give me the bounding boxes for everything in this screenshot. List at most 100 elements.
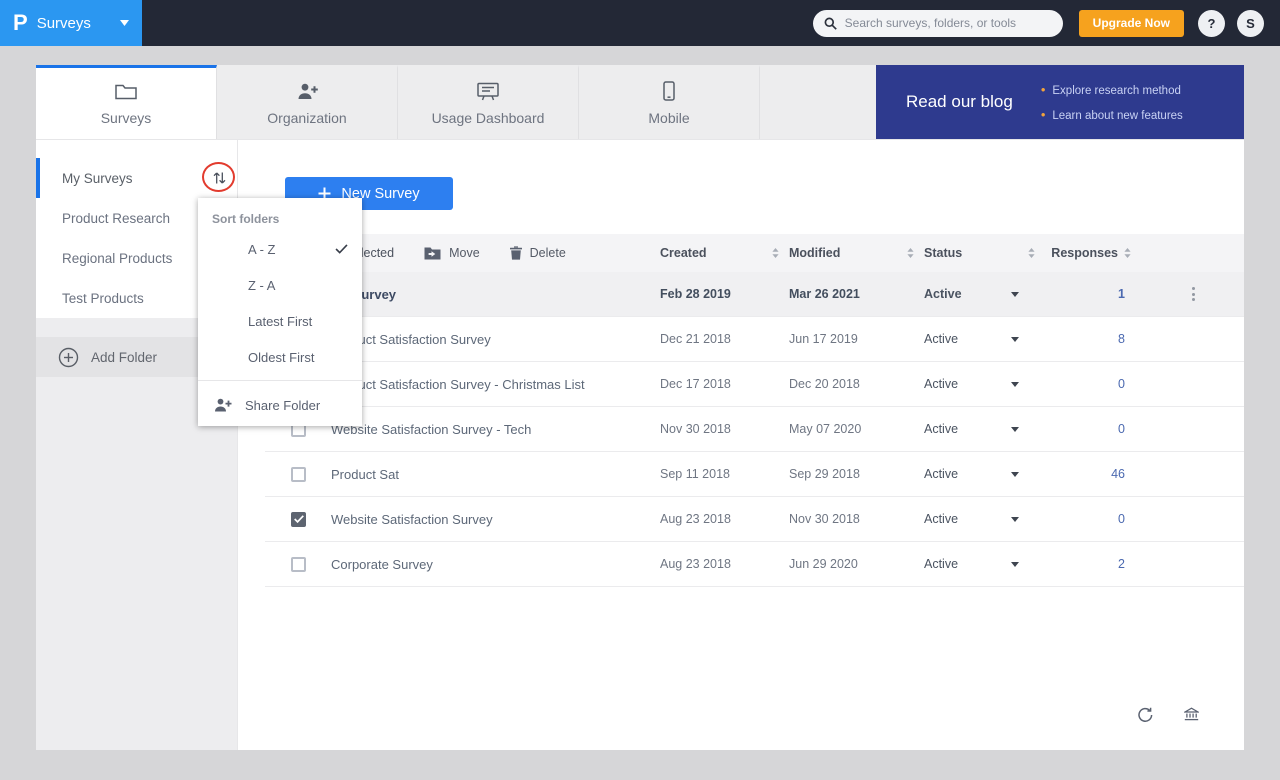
status-dropdown[interactable]: Active — [924, 422, 1045, 436]
column-header-modified[interactable]: Modified — [789, 246, 924, 260]
bank-icon[interactable] — [1184, 707, 1199, 722]
column-label: Modified — [789, 246, 841, 260]
column-header-status[interactable]: Status — [924, 246, 1045, 260]
status-value: Active — [924, 467, 959, 481]
person-add-icon — [296, 81, 319, 101]
menu-option-oldest-first[interactable]: Oldest First — [198, 339, 362, 375]
responses-count[interactable]: 46 — [1045, 467, 1141, 481]
tab-usage-dashboard[interactable]: Usage Dashboard — [398, 65, 579, 139]
app-switcher[interactable]: P Surveys — [0, 0, 142, 46]
tab-label: Surveys — [100, 110, 152, 126]
status-dropdown[interactable]: Active — [924, 377, 1045, 391]
responses-count[interactable]: 2 — [1045, 557, 1141, 571]
help-button[interactable]: ? — [1198, 9, 1225, 37]
responses-count[interactable]: 1 — [1045, 287, 1141, 301]
global-search[interactable] — [812, 9, 1063, 37]
blog-bullet: Learn about new features — [1041, 102, 1182, 127]
option-label: Oldest First — [248, 349, 315, 365]
blog-bullet: Explore research method — [1041, 77, 1183, 102]
responses-count[interactable]: 8 — [1045, 332, 1141, 346]
checkbox-cell — [265, 466, 331, 482]
search-icon — [824, 17, 837, 30]
dashboard-screen-icon — [477, 81, 499, 101]
status-dropdown[interactable]: Active — [924, 467, 1045, 481]
menu-divider — [198, 380, 362, 381]
status-value: Active — [924, 512, 959, 526]
responses-count[interactable]: 0 — [1045, 377, 1141, 391]
blog-title: Read our blog — [906, 92, 1013, 111]
search-input[interactable] — [844, 16, 1045, 30]
option-label: A - Z — [248, 241, 276, 257]
table-row: Corporate Survey Aug 23 2018 Jun 29 2020… — [265, 542, 1244, 587]
column-label: Status — [924, 246, 963, 260]
move-button[interactable]: Move — [424, 246, 480, 260]
modified-date: Jun 17 2019 — [789, 332, 858, 346]
survey-name-link[interactable]: Website Satisfaction Survey — [331, 512, 660, 527]
avatar[interactable]: S — [1237, 9, 1264, 37]
caret-down-icon — [1011, 336, 1019, 342]
row-menu-kebab-icon[interactable] — [1185, 287, 1201, 301]
survey-name-link[interactable]: My Survey — [331, 287, 660, 302]
surveys-table: 1 Selected Move Delete Created Modified … — [265, 234, 1244, 587]
row-checkbox[interactable] — [291, 556, 306, 572]
survey-name-link[interactable]: Product Sat — [331, 467, 660, 482]
row-checkbox[interactable] — [291, 466, 306, 482]
table-row: Website Satisfaction Survey Aug 23 2018 … — [265, 497, 1244, 542]
responses-count[interactable]: 0 — [1045, 422, 1141, 436]
module-tabs: Surveys Organization Usage Dashboard Mob… — [36, 65, 1244, 140]
column-label: Responses — [1051, 246, 1118, 260]
tab-label: Usage Dashboard — [431, 110, 545, 126]
caret-down-icon — [1011, 381, 1019, 387]
menu-option-latest-first[interactable]: Latest First — [198, 303, 362, 339]
table-row: Website Satisfaction Survey - Tech Nov 3… — [265, 407, 1244, 452]
created-date: Aug 23 2018 — [660, 512, 731, 526]
sort-arrows-icon — [907, 248, 914, 258]
share-folder-item[interactable]: Share Folder — [198, 386, 362, 424]
status-dropdown[interactable]: Active — [924, 332, 1045, 346]
tab-surveys[interactable]: Surveys — [36, 65, 217, 139]
caret-down-icon — [1011, 291, 1019, 297]
survey-name-link[interactable]: Website Satisfaction Survey - Tech — [331, 422, 660, 437]
footer-tools — [1137, 707, 1199, 722]
caret-down-icon — [1011, 471, 1019, 477]
survey-name-link[interactable]: Corporate Survey — [331, 557, 660, 572]
blog-banner[interactable]: Read our blog Explore research method Le… — [876, 65, 1244, 139]
tab-mobile[interactable]: Mobile — [579, 65, 760, 139]
menu-title: Sort folders — [212, 212, 280, 226]
column-header-responses[interactable]: Responses — [1045, 246, 1141, 260]
status-dropdown[interactable]: Active — [924, 512, 1045, 526]
column-header-created[interactable]: Created — [660, 246, 789, 260]
folder-label: Test Products — [62, 290, 144, 306]
survey-name-link[interactable]: Product Satisfaction Survey - Christmas … — [331, 377, 660, 392]
sidebar-item-my-surveys[interactable]: My Surveys — [36, 158, 237, 198]
tab-label: Organization — [267, 110, 347, 126]
trash-icon — [509, 246, 522, 260]
caret-down-icon — [1011, 561, 1019, 567]
share-folder-label: Share Folder — [245, 397, 321, 413]
menu-option-a-z[interactable]: A - Z — [198, 231, 362, 267]
move-label: Move — [449, 246, 480, 260]
survey-name-link[interactable]: Product Satisfaction Survey — [331, 332, 660, 347]
tab-organization[interactable]: Organization — [217, 65, 398, 139]
modified-date: Nov 30 2018 — [789, 512, 860, 526]
created-date: Nov 30 2018 — [660, 422, 731, 436]
upgrade-button[interactable]: Upgrade Now — [1078, 9, 1184, 37]
sort-arrows-icon — [772, 248, 779, 258]
status-dropdown[interactable]: Active — [924, 287, 1045, 301]
logo-icon: P — [13, 10, 28, 35]
move-folder-icon — [424, 247, 441, 260]
created-date: Sep 11 2018 — [660, 467, 730, 481]
status-value: Active — [924, 332, 959, 346]
modified-date: May 07 2020 — [789, 422, 862, 436]
status-dropdown[interactable]: Active — [924, 557, 1045, 571]
restore-icon[interactable] — [1137, 707, 1154, 722]
tab-label: Mobile — [648, 110, 690, 126]
responses-count[interactable]: 0 — [1045, 512, 1141, 526]
row-checkbox-checked[interactable] — [291, 511, 306, 527]
menu-option-z-a[interactable]: Z - A — [198, 267, 362, 303]
content-card: Surveys Organization Usage Dashboard Mob… — [36, 65, 1244, 750]
delete-button[interactable]: Delete — [509, 246, 566, 260]
sort-folders-button[interactable] — [207, 165, 231, 191]
option-label: Latest First — [248, 313, 313, 329]
modified-date: Dec 20 2018 — [789, 377, 860, 391]
